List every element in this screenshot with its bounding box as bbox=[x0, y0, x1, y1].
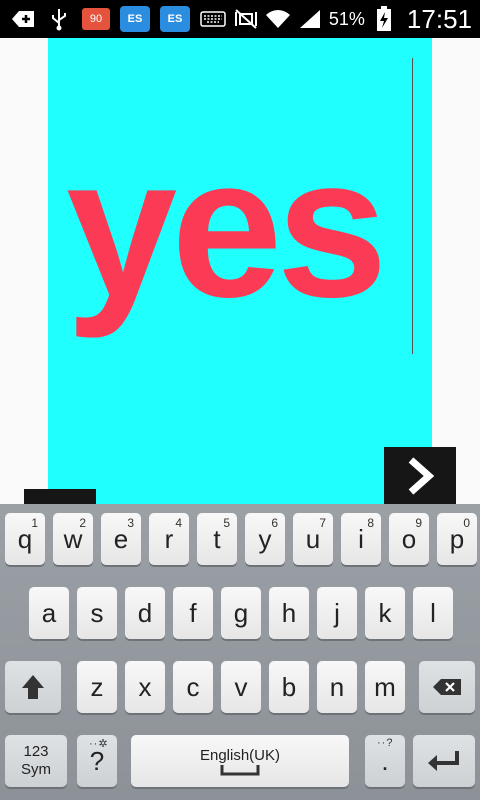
backspace-icon bbox=[433, 679, 461, 695]
key-c[interactable]: c bbox=[173, 661, 213, 713]
key-q[interactable]: 1q bbox=[5, 513, 45, 565]
shift-key[interactable] bbox=[5, 661, 61, 713]
question-key[interactable]: ··✲ ? bbox=[77, 735, 117, 787]
word-text: yes bbox=[66, 116, 388, 339]
key-l[interactable]: l bbox=[413, 587, 453, 639]
key-i[interactable]: 8i bbox=[341, 513, 381, 565]
word-canvas[interactable]: yes bbox=[48, 38, 432, 504]
key-f[interactable]: f bbox=[173, 587, 213, 639]
symbols-key[interactable]: 123 Sym bbox=[5, 735, 67, 787]
shift-icon bbox=[22, 675, 44, 699]
backspace-key[interactable] bbox=[419, 661, 475, 713]
key-r[interactable]: 4r bbox=[149, 513, 189, 565]
settings-dots-icon: ··✲ bbox=[89, 738, 109, 750]
period-key[interactable]: ··? . bbox=[365, 735, 405, 787]
key-m[interactable]: m bbox=[365, 661, 405, 713]
key-p[interactable]: 0p bbox=[437, 513, 477, 565]
key-o[interactable]: 9o bbox=[389, 513, 429, 565]
text-caret bbox=[412, 58, 413, 354]
key-z[interactable]: z bbox=[77, 661, 117, 713]
wifi-icon bbox=[265, 7, 291, 31]
key-n[interactable]: n bbox=[317, 661, 357, 713]
battery-charging-icon bbox=[371, 6, 397, 31]
key-u[interactable]: 7u bbox=[293, 513, 333, 565]
next-button[interactable] bbox=[384, 447, 456, 504]
notification-badge-icon: 90 bbox=[82, 8, 110, 30]
previous-button[interactable] bbox=[24, 489, 96, 504]
es-file-explorer-icon-2: ES bbox=[160, 6, 190, 32]
usb-icon bbox=[46, 7, 72, 31]
more-punctuation-icon: ··? bbox=[377, 737, 394, 749]
enter-icon bbox=[428, 751, 459, 771]
clock: 17:51 bbox=[406, 3, 472, 34]
key-s[interactable]: s bbox=[77, 587, 117, 639]
enter-key[interactable] bbox=[413, 735, 475, 787]
chevron-right-icon bbox=[408, 456, 435, 495]
status-bar: 90 ES ES 51% 17:51 bbox=[0, 0, 480, 38]
key-x[interactable]: x bbox=[125, 661, 165, 713]
key-w[interactable]: 2w bbox=[53, 513, 93, 565]
key-g[interactable]: g bbox=[221, 587, 261, 639]
key-b[interactable]: b bbox=[269, 661, 309, 713]
space-bar-icon bbox=[220, 764, 260, 775]
mute-vibrate-icon bbox=[233, 7, 259, 31]
key-y[interactable]: 6y bbox=[245, 513, 285, 565]
key-h[interactable]: h bbox=[269, 587, 309, 639]
key-t[interactable]: 5t bbox=[197, 513, 237, 565]
es-file-explorer-icon: ES bbox=[120, 6, 150, 32]
space-key[interactable]: English(UK) bbox=[131, 735, 349, 787]
keyboard-icon bbox=[200, 7, 226, 31]
battery-percent: 51% bbox=[328, 8, 365, 29]
key-k[interactable]: k bbox=[365, 587, 405, 639]
soft-keyboard: 1q 2w 3e 4r 5t 6y 7u 8i 9o 0p a s d f g … bbox=[0, 504, 480, 800]
key-d[interactable]: d bbox=[125, 587, 165, 639]
key-a[interactable]: a bbox=[29, 587, 69, 639]
key-v[interactable]: v bbox=[221, 661, 261, 713]
signal-icon bbox=[297, 7, 323, 31]
key-j[interactable]: j bbox=[317, 587, 357, 639]
key-e[interactable]: 3e bbox=[101, 513, 141, 565]
add-notification-icon bbox=[10, 7, 36, 31]
